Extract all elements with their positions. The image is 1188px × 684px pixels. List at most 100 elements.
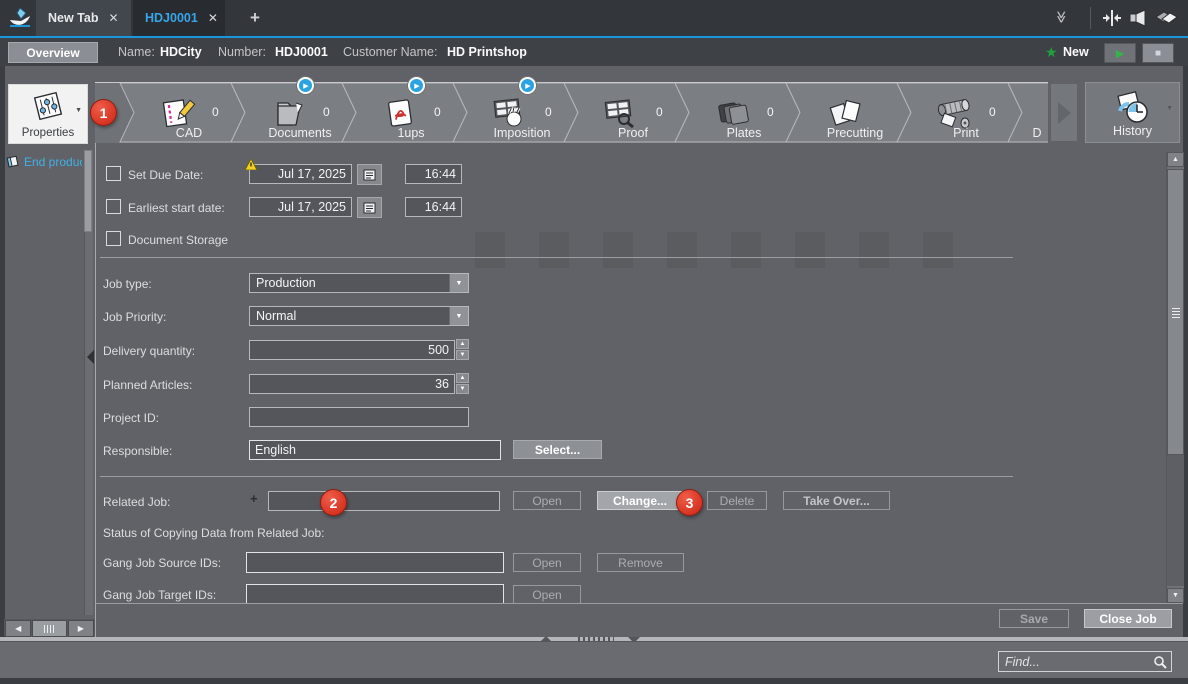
chevron-down-icon[interactable]: ▼ bbox=[75, 107, 82, 114]
job-priority-dropdown[interactable]: Normal ▼ bbox=[249, 306, 469, 326]
planned-articles-spin-up[interactable]: ▲ bbox=[456, 373, 469, 383]
due-date-calendar-button[interactable] bbox=[357, 164, 382, 185]
related-job-input[interactable] bbox=[268, 491, 500, 511]
set-due-date-checkbox[interactable] bbox=[106, 166, 121, 181]
workflow-step-precutting[interactable]: Precutting bbox=[800, 82, 911, 143]
panel-view-icon[interactable] bbox=[1128, 8, 1150, 28]
workflow-history-button[interactable]: ▼ History bbox=[1085, 82, 1180, 143]
content-scrollbar-track[interactable] bbox=[1167, 455, 1184, 586]
search-icon[interactable] bbox=[1153, 655, 1167, 669]
stop-job-button[interactable]: ■ bbox=[1142, 43, 1174, 63]
status-badge: New bbox=[1063, 45, 1089, 59]
job-priority-value: Normal bbox=[256, 309, 297, 323]
tab-label: New Tab bbox=[48, 11, 99, 25]
chevron-down-icon[interactable]: ▼ bbox=[449, 307, 468, 325]
delivery-quantity-input[interactable] bbox=[249, 340, 455, 360]
window-edge-left bbox=[0, 66, 5, 684]
splitter-grip[interactable] bbox=[578, 637, 614, 641]
project-id-input[interactable] bbox=[249, 407, 469, 427]
calendar-icon bbox=[363, 169, 376, 180]
workflow-step-plates[interactable]: 0 Plates bbox=[689, 82, 800, 143]
due-time-input[interactable] bbox=[405, 164, 462, 184]
tab-new-tab[interactable]: New Tab ✕ bbox=[36, 0, 131, 36]
planned-articles-spin-down[interactable]: ▼ bbox=[456, 384, 469, 394]
workflow-step-proof[interactable]: 0 Proof bbox=[578, 82, 689, 143]
related-job-delete-button[interactable]: Delete bbox=[707, 491, 767, 510]
plates-icon bbox=[714, 97, 754, 129]
earliest-start-date-input[interactable] bbox=[249, 197, 352, 217]
job-type-dropdown[interactable]: Production ▼ bbox=[249, 273, 469, 293]
find-input[interactable] bbox=[999, 652, 1161, 671]
collapse-panels-icon[interactable] bbox=[1102, 8, 1122, 28]
grip bbox=[44, 624, 46, 633]
tab-hdj0001[interactable]: HDJ0001 ✕ bbox=[133, 0, 225, 36]
scroll-left-button[interactable]: ◀ bbox=[5, 620, 32, 637]
scroll-down-button[interactable]: ▼ bbox=[1167, 588, 1184, 603]
step-play-badge-imposition[interactable]: ▶ bbox=[519, 77, 536, 94]
earliest-start-time-input[interactable] bbox=[405, 197, 462, 217]
project-id-label: Project ID: bbox=[103, 411, 160, 425]
watermark bbox=[923, 232, 953, 268]
start-job-button[interactable]: ▶ bbox=[1104, 43, 1136, 63]
proof-icon bbox=[601, 97, 641, 129]
watermark bbox=[667, 232, 697, 268]
chevron-down-icon[interactable]: ▼ bbox=[1166, 105, 1173, 112]
sidebar-item-properties[interactable]: ▼ Properties bbox=[8, 84, 88, 144]
watermark bbox=[859, 232, 889, 268]
overview-button[interactable]: Overview bbox=[8, 42, 98, 63]
responsible-select-button[interactable]: Select... bbox=[513, 440, 602, 459]
new-tab-button[interactable]: + bbox=[250, 8, 260, 28]
tab-close-icon[interactable]: ✕ bbox=[108, 11, 118, 25]
sidebar-horizontal-scrollbar-thumb[interactable] bbox=[32, 620, 67, 637]
earliest-start-label: Earliest start date: bbox=[128, 201, 225, 215]
steps-scroll-next-button[interactable] bbox=[1051, 84, 1077, 141]
earliest-start-calendar-button[interactable] bbox=[357, 197, 382, 218]
delivery-quantity-spin-up[interactable]: ▲ bbox=[456, 339, 469, 349]
annotation-badge-2: 2 bbox=[320, 489, 347, 516]
workflow-step-cad[interactable]: 0 CAD bbox=[134, 82, 245, 143]
gang-target-open-button[interactable]: Open bbox=[513, 585, 581, 603]
chevron-down-icon[interactable]: ▼ bbox=[449, 274, 468, 292]
divider bbox=[100, 257, 1013, 258]
related-job-take-over-button[interactable]: Take Over... bbox=[783, 491, 890, 510]
due-date-input[interactable] bbox=[249, 164, 352, 184]
tab-close-icon[interactable]: ✕ bbox=[208, 11, 218, 25]
responsible-input[interactable] bbox=[249, 440, 501, 460]
document-storage-checkbox[interactable] bbox=[106, 231, 121, 246]
divider bbox=[100, 476, 1013, 477]
watermark bbox=[795, 232, 825, 268]
content-scrollbar-thumb[interactable] bbox=[1167, 169, 1184, 455]
gang-target-input[interactable] bbox=[246, 584, 504, 603]
step-play-badge-1ups[interactable]: ▶ bbox=[408, 77, 425, 94]
documents-folder-icon bbox=[270, 97, 310, 129]
drag-target-icon[interactable]: + bbox=[250, 491, 258, 506]
save-button[interactable]: Save bbox=[999, 609, 1069, 628]
sidebar-vertical-scrollbar-thumb[interactable] bbox=[84, 150, 92, 232]
name-label: Name: bbox=[118, 45, 155, 59]
sidebar-collapse-handle[interactable] bbox=[87, 350, 94, 364]
gang-source-open-button[interactable]: Open bbox=[513, 553, 581, 572]
close-job-button[interactable]: Close Job bbox=[1084, 609, 1172, 628]
number-label: Number: bbox=[218, 45, 266, 59]
app-logo-icon bbox=[7, 5, 33, 31]
scroll-up-button[interactable]: ▲ bbox=[1167, 152, 1184, 167]
earliest-start-checkbox[interactable] bbox=[106, 199, 121, 214]
application-window: New Tab ✕ HDJ0001 ✕ + ≫ Overview Name: H… bbox=[0, 0, 1188, 684]
planned-articles-input[interactable] bbox=[249, 374, 455, 394]
delivery-quantity-spin-down[interactable]: ▼ bbox=[456, 350, 469, 360]
gang-source-input[interactable] bbox=[246, 552, 504, 573]
workflow-step-delivery-clipped[interactable]: D bbox=[1022, 82, 1048, 143]
workflow-step-print[interactable]: 0 Print bbox=[911, 82, 1022, 143]
step-count: 0 bbox=[767, 105, 774, 119]
layers-icon[interactable] bbox=[1154, 7, 1178, 29]
scroll-right-button[interactable]: ▶ bbox=[67, 620, 94, 637]
sidebar-item-end-product[interactable]: End product bbox=[6, 153, 88, 171]
job-priority-label: Job Priority: bbox=[103, 310, 167, 324]
related-job-change-button[interactable]: Change... bbox=[597, 491, 683, 510]
tab-overflow-chevron-icon[interactable]: ≫ bbox=[1054, 11, 1068, 24]
step-play-badge-documents[interactable]: ▶ bbox=[297, 77, 314, 94]
related-job-open-button[interactable]: Open bbox=[513, 491, 581, 510]
copy-status-label: Status of Copying Data from Related Job: bbox=[103, 526, 325, 540]
gang-source-remove-button[interactable]: Remove bbox=[597, 553, 684, 572]
sidebar-item-label: End product bbox=[24, 155, 82, 169]
